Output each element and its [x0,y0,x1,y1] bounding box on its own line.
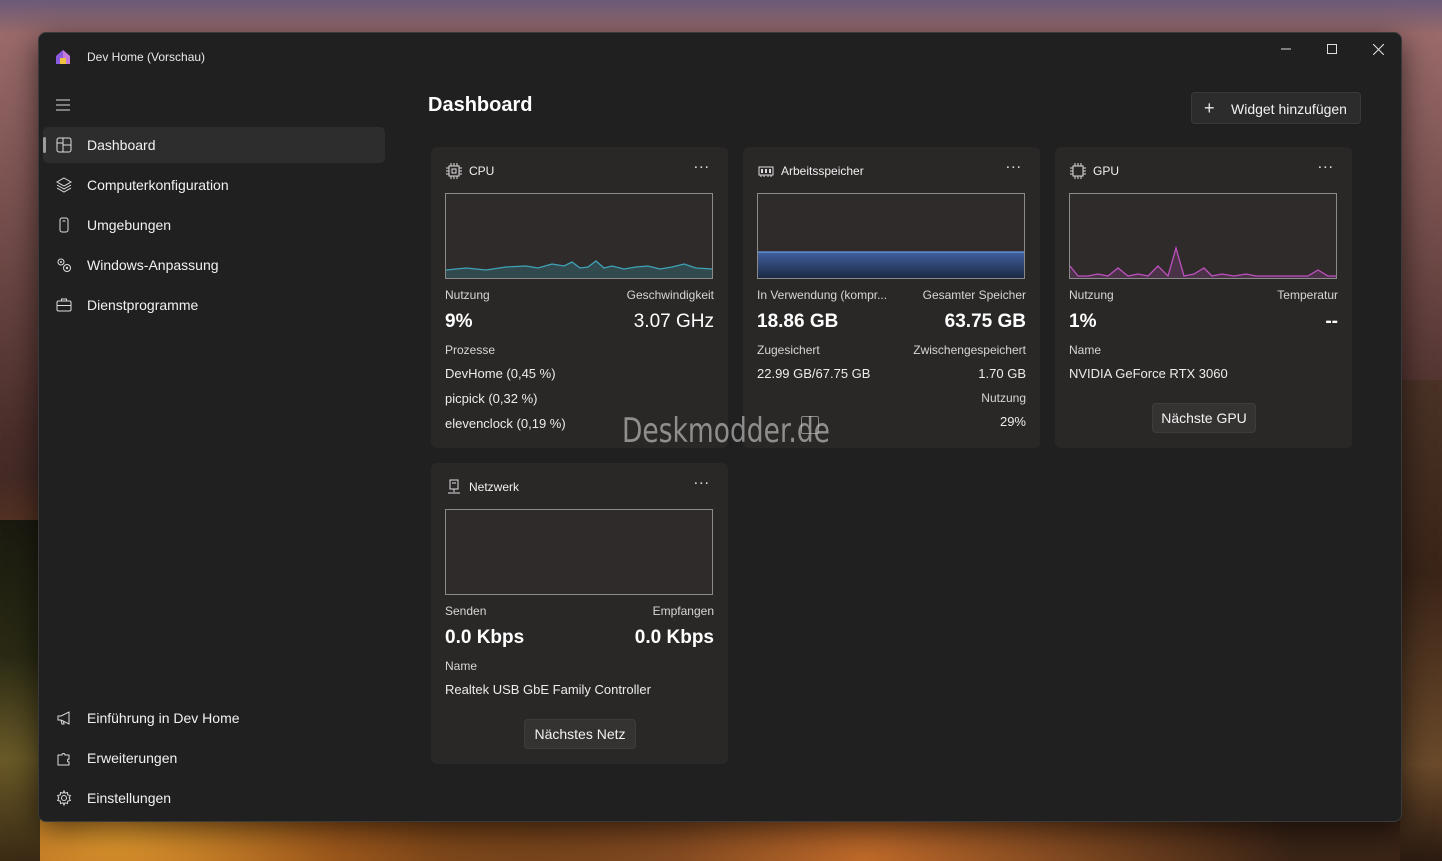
megaphone-icon [55,709,73,727]
sidebar-item-erweiterungen[interactable]: Erweiterungen [43,740,385,776]
temperature-label: Temperatur [1277,288,1338,302]
gpu-usage-chart [1069,193,1337,279]
desktop-wallpaper-left [0,520,40,861]
toolbox-icon [55,296,73,314]
sidebar-item-einstellungen[interactable]: Einstellungen [43,780,385,816]
total-memory-label: Gesamter Speicher [922,288,1026,302]
cpu-usage-chart [445,193,713,279]
layers-icon [55,176,73,194]
gpu-widget: GPU ... Nutzung Temperatur 1% -- Name NV… [1055,147,1352,448]
speed-label: Geschwindigkeit [626,288,714,302]
maximize-icon [1327,44,1337,54]
sidebar-item-computerkonfiguration[interactable]: Computerkonfiguration [43,167,385,203]
gpu-usage-value: 1% [1069,311,1097,332]
cached-label: Zwischengespeichert [913,343,1026,357]
receive-value: 0.0 Kbps [634,627,714,648]
sidebar-item-dienstprogramme[interactable]: Dienstprogramme [43,287,385,323]
sidebar-item-label: Computerkonfiguration [87,177,229,193]
memory-usage-chart [757,193,1025,279]
usage-label: Nutzung [445,288,490,302]
network-icon [445,478,463,496]
gpu-name-label: Name [1069,343,1102,357]
puzzle-icon [55,749,73,767]
dashboard-icon [55,136,73,154]
dev-home-window: Dev Home (Vorschau) Dashboard Computerko… [38,32,1402,822]
network-name-label: Name [445,659,478,673]
next-gpu-button[interactable]: Nächste GPU [1152,403,1256,433]
chip-icon [445,162,463,180]
send-label: Senden [445,604,487,618]
plus-icon: + [1204,98,1215,118]
minimize-icon [1281,48,1291,50]
memory-icon [757,162,775,180]
process-item: picpick (0,32 %) [445,391,538,406]
widget-title: GPU [1093,164,1120,178]
hamburger-menu-button[interactable] [51,93,75,117]
memory-usage-label: Nutzung [981,391,1026,405]
sidebar-item-label: Umgebungen [87,217,172,233]
window-title: Dev Home (Vorschau) [87,50,206,64]
sidebar-item-label: Einführung in Dev Home [87,710,240,726]
watermark-pen-icon [801,416,819,434]
gears-icon [55,256,73,274]
hamburger-icon [56,99,70,111]
dev-home-app-icon [53,47,73,67]
widget-menu-button[interactable]: ... [1318,155,1334,173]
processes-label: Prozesse [445,343,496,357]
watermark-text: Deskmodder.de [622,411,831,451]
sidebar-item-dashboard[interactable]: Dashboard [43,127,385,163]
in-use-value: 18.86 GB [757,311,839,332]
cpu-usage-value: 9% [445,311,473,332]
process-item: DevHome (0,45 %) [445,366,556,381]
sidebar-item-umgebungen[interactable]: Umgebungen [43,207,385,243]
gear-icon [55,789,73,807]
maximize-button[interactable] [1309,33,1355,65]
minimize-button[interactable] [1263,33,1309,65]
gpu-name-value: NVIDIA GeForce RTX 3060 [1069,366,1228,381]
temperature-value: -- [1325,311,1338,332]
desktop-wallpaper-right [1400,380,1442,861]
page-title: Dashboard [428,94,533,116]
close-button[interactable] [1355,33,1401,65]
widget-menu-button[interactable]: ... [694,471,710,489]
add-widget-button[interactable]: + Widget hinzufügen [1191,92,1361,124]
widget-menu-button[interactable]: ... [694,155,710,173]
sidebar-item-label: Erweiterungen [87,750,178,766]
sidebar-item-einfuehrung[interactable]: Einführung in Dev Home [43,700,385,736]
sidebar-item-windows-anpassung[interactable]: Windows-Anpassung [43,247,385,283]
total-memory-value: 63.75 GB [944,311,1026,332]
in-use-label: In Verwendung (kompr... [757,288,888,302]
cached-value: 1.70 GB [978,366,1026,381]
widget-title: Arbeitsspeicher [781,164,864,178]
sidebar-item-label: Dienstprogramme [87,297,199,313]
add-widget-label: Widget hinzufügen [1231,101,1347,117]
cpu-speed-value: 3.07 GHz [633,311,714,332]
widget-menu-button[interactable]: ... [1006,155,1022,173]
process-item: elevenclock (0,19 %) [445,416,566,431]
cpu-widget: CPU ... Nutzung Geschwindigkeit 9% 3.07 … [431,147,728,448]
next-network-button[interactable]: Nächstes Netz [524,719,636,749]
title-bar[interactable]: Dev Home (Vorschau) [39,33,1401,81]
network-name-value: Realtek USB GbE Family Controller [445,682,651,697]
sidebar-item-label: Windows-Anpassung [87,257,219,273]
gpu-usage-label: Nutzung [1069,288,1114,302]
memory-widget: Arbeitsspeicher ... In Verwendung (kompr… [743,147,1040,448]
sidebar-item-label: Einstellungen [87,790,172,806]
committed-value: 22.99 GB/67.75 GB [757,366,871,381]
sidebar-item-label: Dashboard [87,137,156,153]
network-widget: Netzwerk ... Senden Empfangen 0.0 Kbps 0… [431,463,728,764]
network-usage-chart [445,509,713,595]
committed-label: Zugesichert [757,343,820,357]
device-icon [55,216,73,234]
close-icon [1372,43,1384,55]
gpu-chip-icon [1069,162,1087,180]
receive-label: Empfangen [652,604,714,618]
widget-title: Netzwerk [469,480,520,494]
widget-title: CPU [469,164,495,178]
send-value: 0.0 Kbps [445,627,525,648]
memory-usage-value: 29% [999,414,1026,429]
